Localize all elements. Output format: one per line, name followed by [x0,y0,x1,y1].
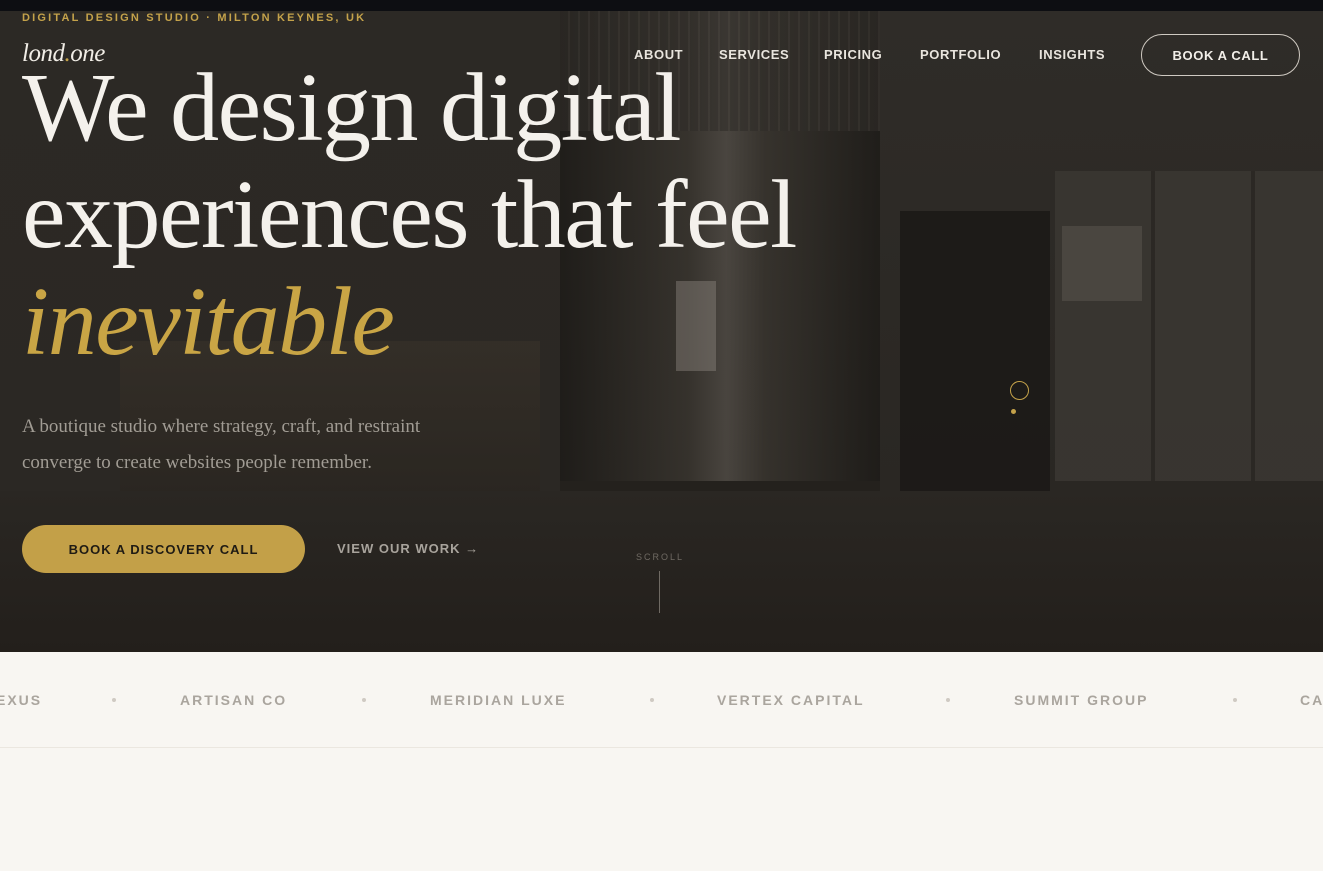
view-our-work-link[interactable]: VIEW OUR WORK → [337,541,479,556]
separator-dot [362,698,366,702]
hero-headline: We design digital experiences that feel … [22,54,797,376]
separator-dot [1233,698,1237,702]
background-cabinets [1055,171,1323,481]
headline-accent: inevitable [22,268,395,376]
scroll-label: SCROLL [636,552,685,562]
hero-section: DIGITAL DESIGN STUDIO · MILTON KEYNES, U… [0,11,1323,652]
cursor-ring-icon [1010,381,1029,400]
next-section [0,749,1323,871]
headline-line-1: We design digital [22,54,681,162]
client-logo: EXUS [0,692,43,708]
separator-dot [946,698,950,702]
eyebrow-text: DIGITAL DESIGN STUDIO · MILTON KEYNES, U… [22,12,367,24]
headline-line-2: experiences that feel [22,161,797,269]
client-logo: MERIDIAN LUXE [430,692,567,708]
nav-insights[interactable]: INSIGHTS [1039,47,1105,62]
background-door [900,211,1050,491]
book-discovery-call-button[interactable]: BOOK A DISCOVERY CALL [22,525,305,573]
client-logo-strip: EXUS ARTISAN CO MERIDIAN LUXE VERTEX CAP… [0,652,1323,748]
scroll-indicator-line [659,571,660,613]
client-logo: SUMMIT GROUP [1014,692,1149,708]
cursor-dot-icon [1011,409,1016,414]
hero-subtitle: A boutique studio where strategy, craft,… [22,416,421,473]
client-logo: ARTISAN CO [180,692,288,708]
client-logo: VERTEX CAPITAL [717,692,865,708]
client-logo: CA [1300,692,1323,708]
nav-portfolio[interactable]: PORTFOLIO [920,47,1001,62]
separator-dot [650,698,654,702]
book-call-button[interactable]: BOOK A CALL [1141,34,1300,76]
separator-dot [112,698,116,702]
background-screen [1062,226,1142,301]
nav-pricing[interactable]: PRICING [824,47,882,62]
browser-top-strip [0,0,1323,11]
